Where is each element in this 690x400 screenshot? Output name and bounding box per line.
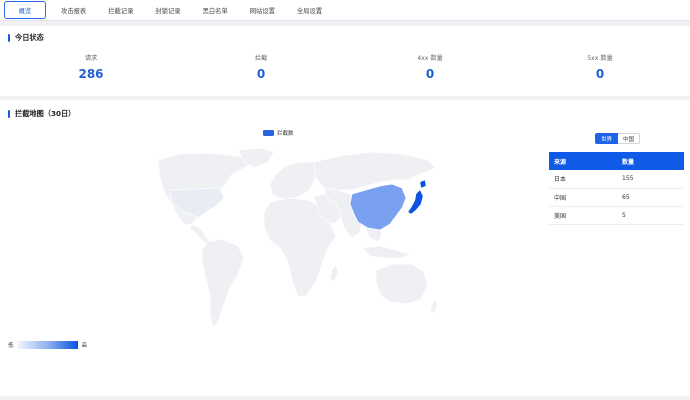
stat-label: 5xx 数量 [587, 55, 613, 62]
title-accent-bar [8, 110, 10, 118]
legend-label: 拦截数 [277, 131, 294, 137]
table-row: 美国 5 [549, 206, 684, 225]
tab-intercept-log[interactable]: 拦截记录 [97, 0, 144, 20]
map-region-europe [269, 161, 317, 201]
world-map [157, 147, 439, 329]
stat-value: 0 [595, 67, 605, 81]
visual-map-scale[interactable]: 低 高 [8, 341, 87, 349]
stat-value: 286 [78, 67, 104, 81]
scale-gradient-bar[interactable] [16, 341, 78, 349]
table-header-row: 来源 数量 [549, 152, 684, 170]
source-table: 来源 数量 日本 155 中国 65 美国 5 [549, 152, 684, 225]
table-header-source: 来源 [549, 152, 617, 170]
legend-swatch [263, 130, 274, 136]
table-header-count: 数量 [617, 152, 684, 170]
scale-high-label: 高 [81, 343, 88, 349]
map-region-hokkaido [419, 179, 427, 189]
region-toggle: 世界 中国 [595, 133, 641, 144]
table-cell-count: 5 [617, 206, 684, 225]
stat-intercepts: 拦截 0 [201, 53, 321, 81]
stat-label: 拦截 [254, 55, 268, 62]
toggle-china-button[interactable]: 中国 [618, 133, 641, 144]
scale-low-label: 低 [8, 343, 14, 349]
today-status-title-text: 今日状态 [15, 33, 44, 42]
table-cell-count: 155 [617, 170, 684, 189]
toggle-world-button[interactable]: 世界 [595, 133, 619, 144]
tab-black-white-list[interactable]: 黑白名单 [192, 0, 239, 20]
tab-overview[interactable]: 概览 [4, 1, 46, 19]
today-status-title: 今日状态 [8, 33, 44, 43]
top-nav: 概览 攻击报表 拦截记录 封锁记录 黑白名单 网站设置 全局设置 [0, 0, 690, 21]
intercept-map-title-text: 拦截地图（30日） [15, 109, 76, 118]
tab-block-log[interactable]: 封锁记录 [144, 0, 191, 20]
intercept-map-card: 拦截地图（30日） 拦截数 世界 中国 来源 数量 日本 155 中国 65 美… [0, 100, 690, 396]
tab-site-settings[interactable]: 网站设置 [239, 0, 286, 20]
today-status-card: 今日状态 请求 286 拦截 0 4xx 数量 0 5xx 数量 0 [0, 26, 690, 96]
table-row: 中国 65 [549, 188, 684, 207]
map-region-new-zealand [429, 299, 439, 315]
map-region-indonesia [361, 245, 411, 259]
map-region-north-asia [313, 151, 437, 191]
map-region-south-america [201, 238, 245, 329]
map-region-central-america [189, 223, 211, 245]
tab-global-settings[interactable]: 全局设置 [286, 0, 333, 20]
map-region-madagascar [329, 263, 339, 283]
intercept-map-title: 拦截地图（30日） [8, 109, 75, 119]
stat-requests: 请求 286 [31, 53, 151, 81]
table-cell-count: 65 [617, 188, 684, 207]
table-cell-source: 日本 [549, 170, 617, 189]
map-legend[interactable]: 拦截数 [263, 129, 294, 137]
stat-label: 4xx 数量 [417, 55, 443, 62]
map-region-japan [407, 189, 424, 215]
stat-5xx: 5xx 数量 0 [540, 53, 660, 81]
stat-value: 0 [425, 67, 435, 81]
title-accent-bar [8, 34, 10, 42]
table-cell-source: 美国 [549, 206, 617, 225]
tab-attack-report[interactable]: 攻击报表 [50, 0, 97, 20]
table-cell-source: 中国 [549, 188, 617, 207]
map-region-australia [375, 263, 429, 305]
table-row: 日本 155 [549, 170, 684, 189]
stat-value: 0 [256, 67, 266, 81]
stat-label: 请求 [84, 55, 98, 62]
stat-4xx: 4xx 数量 0 [370, 53, 490, 81]
